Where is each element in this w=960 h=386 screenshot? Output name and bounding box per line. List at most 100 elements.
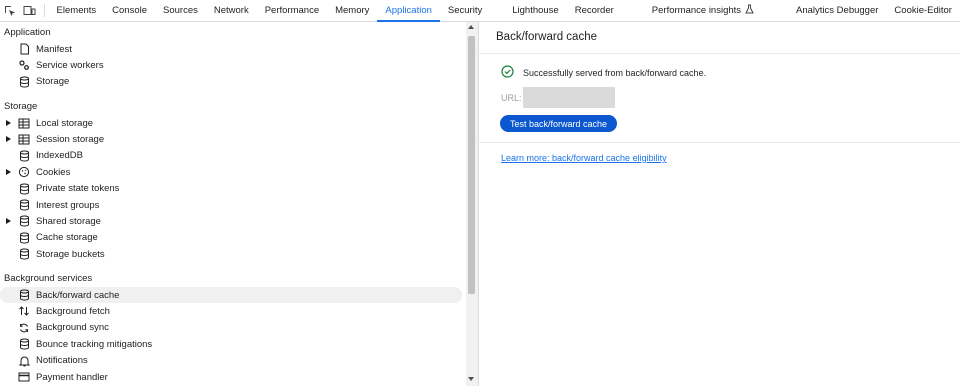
- tab-label: Network: [213, 5, 249, 16]
- sidebar-item-label: Background sync: [36, 322, 109, 334]
- tab-console[interactable]: Console: [104, 0, 155, 21]
- document-icon: [18, 43, 30, 55]
- section-title-application: Application: [4, 27, 51, 38]
- sidebar-item-local-storage[interactable]: Local storage: [0, 115, 462, 131]
- sidebar-item-label: Storage: [36, 76, 70, 88]
- gears-icon: [18, 59, 30, 71]
- sidebar-item-shared-storage[interactable]: Shared storage: [0, 213, 462, 229]
- sidebar-item-label: Notifications: [36, 355, 88, 367]
- sidebar-item-session-storage[interactable]: Session storage: [0, 131, 462, 147]
- sidebar-item-service-workers[interactable]: Service workers: [0, 57, 462, 73]
- sync-icon: [18, 322, 30, 334]
- sidebar-item-label: Payment handler: [36, 371, 108, 383]
- tab-label: Memory: [335, 5, 370, 16]
- sidebar-item-back-forward-cache[interactable]: Back/forward cache: [0, 287, 462, 303]
- expand-arrow-icon[interactable]: [6, 120, 11, 126]
- sidebar-item-label: Bounce tracking mitigations: [36, 338, 153, 350]
- tab-label: Elements: [56, 5, 97, 16]
- sidebar-item-label: Local storage: [36, 117, 94, 129]
- sidebar-item-label: Back/forward cache: [36, 289, 120, 301]
- sidebar-item-label: Session storage: [36, 133, 105, 145]
- sidebar-item-label: Storage buckets: [36, 248, 105, 260]
- devtools-tab-bar: Elements Console Sources Network Performance…: [0, 0, 960, 22]
- toolbar-divider: [43, 4, 45, 17]
- sidebar-item-label: Private state tokens: [36, 183, 120, 195]
- database-icon: [18, 150, 30, 162]
- url-label: URL:: [501, 93, 522, 103]
- tab-security[interactable]: Security: [440, 0, 490, 21]
- database-icon: [18, 76, 30, 88]
- tab-performance-insights[interactable]: Performance insights: [644, 0, 762, 21]
- tab-label: Performance: [264, 5, 320, 16]
- tab-lighthouse[interactable]: Lighthouse: [504, 0, 566, 21]
- status-row: Successfully served from back/forward ca…: [501, 65, 706, 81]
- sidebar-item-storage-buckets[interactable]: Storage buckets: [0, 246, 462, 262]
- tab-label: Recorder: [574, 5, 614, 16]
- sidebar-item-cookies[interactable]: Cookies: [0, 164, 462, 180]
- section-title-storage: Storage: [4, 101, 38, 112]
- arrows-updown-icon: [18, 305, 30, 317]
- tab-recorder[interactable]: Recorder: [567, 0, 622, 21]
- sidebar-item-cache-storage[interactable]: Cache storage: [0, 230, 462, 246]
- tab-cookie-editor[interactable]: Cookie-Editor: [886, 0, 960, 21]
- sidebar-item-label: Cookies: [36, 166, 71, 178]
- device-toolbar-icon[interactable]: [20, 0, 40, 21]
- sidebar-item-notifications[interactable]: Notifications: [0, 353, 462, 369]
- tab-analytics-debugger[interactable]: Analytics Debugger: [788, 0, 886, 21]
- sidebar-item-storage[interactable]: Storage: [0, 74, 462, 90]
- sidebar-item-label: Service workers: [36, 59, 104, 71]
- tab-label: Application: [385, 5, 432, 16]
- tab-label: Security: [447, 5, 483, 16]
- sidebar-item-label: Background fetch: [36, 305, 110, 317]
- sidebar-item-label: Manifest: [36, 43, 72, 55]
- table-icon: [18, 133, 30, 145]
- sidebar-item-label: IndexedDB: [36, 150, 84, 162]
- scroll-up-arrow-icon[interactable]: [468, 25, 474, 29]
- inspect-element-icon[interactable]: [0, 0, 20, 21]
- tab-label: Console: [112, 5, 148, 16]
- sidebar-item-background-sync[interactable]: Background sync: [0, 320, 462, 336]
- sidebar-item-bounce-tracking-mitigations[interactable]: Bounce tracking mitigations: [0, 336, 462, 352]
- divider: [479, 142, 960, 143]
- table-icon: [18, 117, 30, 129]
- sidebar-item-indexeddb[interactable]: IndexedDB: [0, 148, 462, 164]
- learn-more-link[interactable]: Learn more: back/forward cache eligibili…: [501, 153, 667, 163]
- sidebar-item-private-state-tokens[interactable]: Private state tokens: [0, 181, 462, 197]
- divider: [479, 53, 960, 54]
- database-icon: [18, 232, 30, 244]
- tab-elements[interactable]: Elements: [49, 0, 105, 21]
- flask-icon: [745, 4, 754, 17]
- database-icon: [18, 248, 30, 260]
- tab-label: Performance insights: [651, 5, 742, 16]
- sidebar-item-interest-groups[interactable]: Interest groups: [0, 197, 462, 213]
- tab-label: Lighthouse: [512, 5, 559, 16]
- section-title-background-services: Background services: [4, 273, 93, 284]
- cookie-icon: [18, 166, 30, 178]
- tab-performance[interactable]: Performance: [257, 0, 327, 21]
- database-icon: [18, 199, 30, 211]
- tab-application[interactable]: Application: [377, 0, 441, 22]
- url-value-box: [523, 87, 615, 108]
- sidebar-item-manifest[interactable]: Manifest: [0, 41, 462, 57]
- expand-arrow-icon[interactable]: [6, 136, 11, 143]
- sidebar-item-label: Shared storage: [36, 215, 101, 227]
- tab-sources[interactable]: Sources: [155, 0, 206, 21]
- database-icon: [18, 289, 30, 301]
- sidebar-item-background-fetch[interactable]: Background fetch: [0, 303, 462, 319]
- bfcache-panel: Back/forward cache Successfully served f…: [479, 22, 960, 386]
- card-icon: [18, 371, 30, 383]
- expand-arrow-icon[interactable]: [6, 169, 11, 176]
- sidebar-item-label: Cache storage: [36, 232, 98, 244]
- test-bfcache-button[interactable]: Test back/forward cache: [500, 115, 617, 132]
- scroll-down-arrow-icon[interactable]: [468, 377, 474, 381]
- sidebar-scrollbar-thumb[interactable]: [468, 36, 475, 294]
- database-icon: [18, 338, 30, 350]
- status-message: Successfully served from back/forward ca…: [523, 68, 707, 78]
- sidebar-item-payment-handler[interactable]: Payment handler: [0, 369, 462, 385]
- page-title: Back/forward cache: [496, 31, 597, 43]
- tab-network[interactable]: Network: [206, 0, 257, 21]
- tab-memory[interactable]: Memory: [327, 0, 377, 21]
- bell-icon: [18, 355, 30, 367]
- application-sidebar: Application Manifest Service workers Storag…: [0, 22, 466, 386]
- expand-arrow-icon[interactable]: [6, 218, 11, 225]
